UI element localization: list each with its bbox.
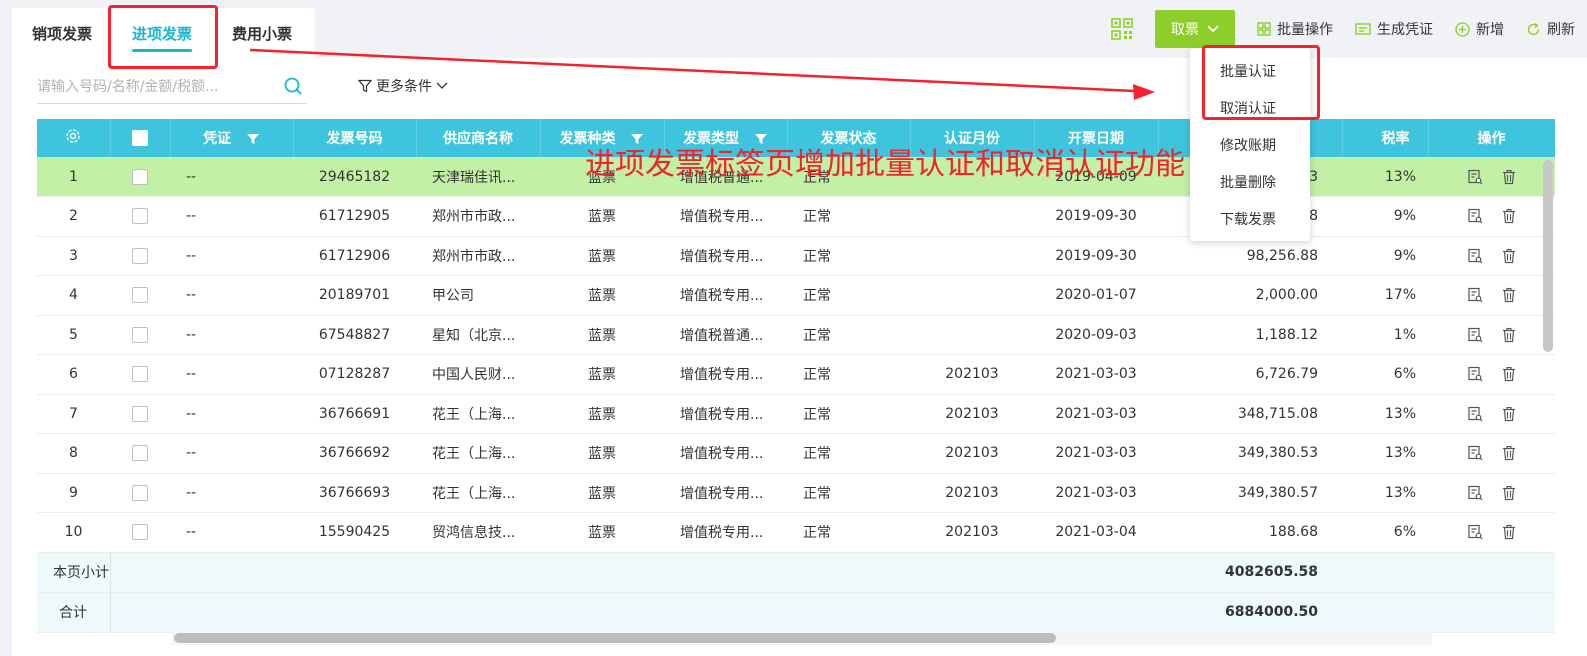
annotation-text: 进项发票标签页增加批量认证和取消认证功能 [585,147,1185,182]
annotation-arrow-icon [249,48,1155,100]
